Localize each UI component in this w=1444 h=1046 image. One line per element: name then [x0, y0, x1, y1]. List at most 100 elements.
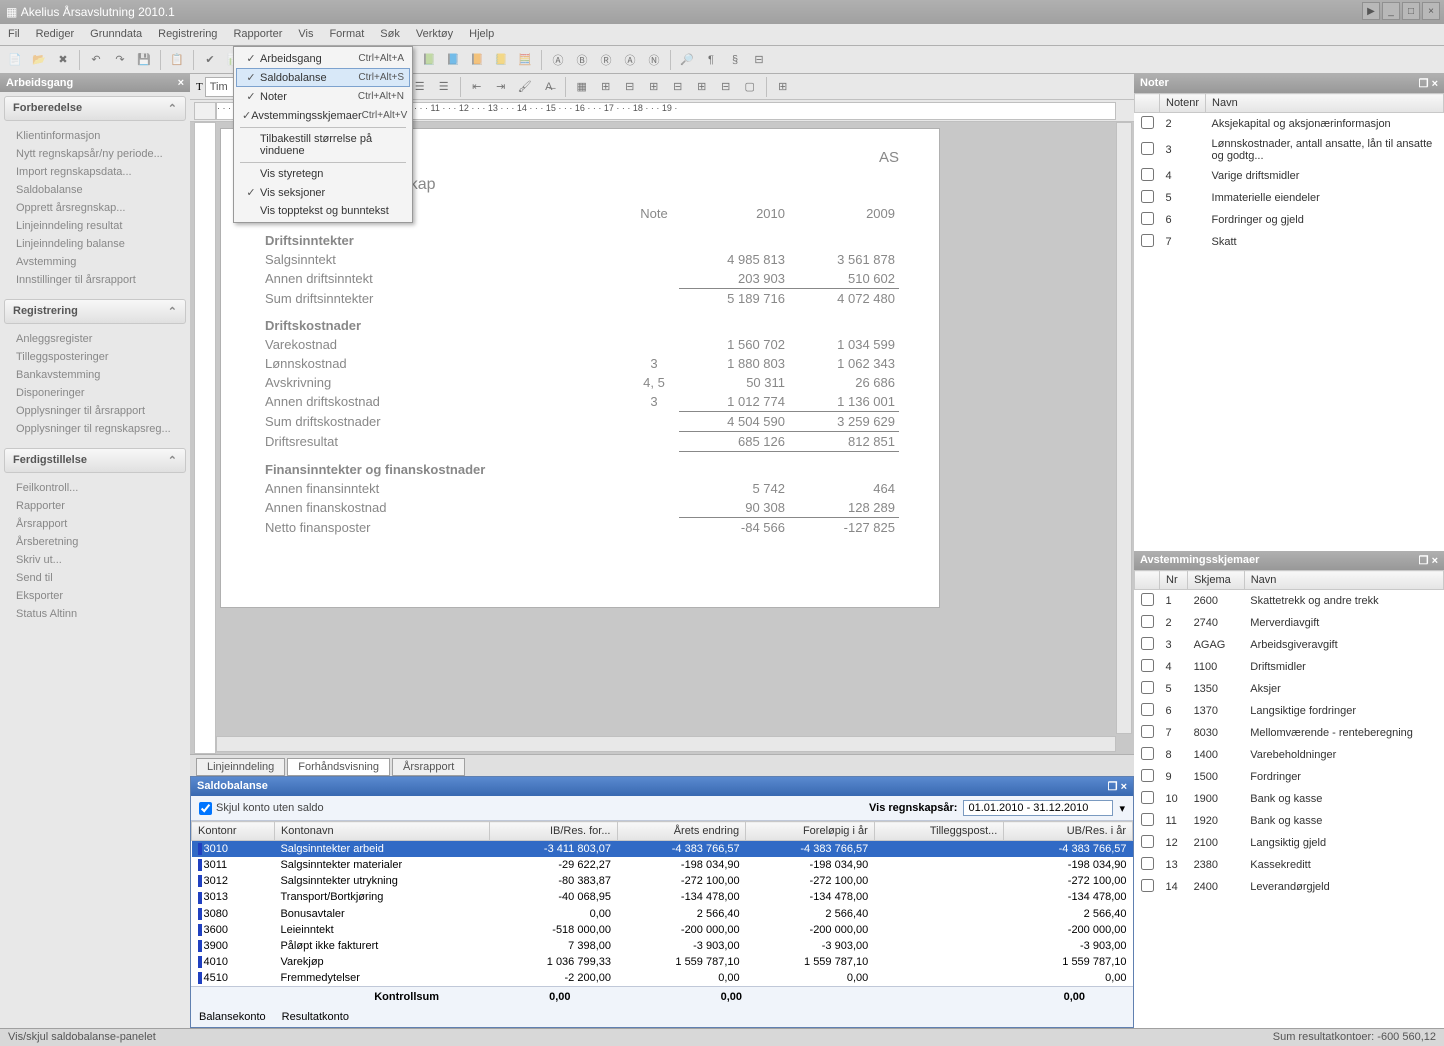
- table-row[interactable]: 22740Merverdiavgift: [1135, 612, 1444, 634]
- sidebar-item[interactable]: Feilkontroll...: [0, 479, 190, 497]
- column-header[interactable]: Navn: [1206, 94, 1444, 113]
- table-row[interactable]: 3010Salgsinntekter arbeid-3 411 803,07-4…: [192, 841, 1133, 858]
- menu-grunndata[interactable]: Grunndata: [82, 24, 150, 45]
- sidebar-item[interactable]: Skriv ut...: [0, 551, 190, 569]
- more-icon[interactable]: ⊞: [772, 76, 794, 98]
- lines-icon[interactable]: 📒: [490, 49, 512, 71]
- minimize-button[interactable]: _: [1382, 2, 1400, 20]
- column-header[interactable]: Nr: [1160, 571, 1188, 590]
- sidebar-item[interactable]: Nytt regnskapsår/ny periode...: [0, 145, 190, 163]
- hide-zero-checkbox[interactable]: Skjul konto uten saldo: [199, 802, 324, 815]
- letter-r-icon[interactable]: Ⓡ: [595, 49, 617, 71]
- noter-grid[interactable]: NotenrNavn2Aksjekapital og aksjonærinfor…: [1134, 93, 1444, 551]
- period-select[interactable]: [963, 800, 1113, 816]
- close-button[interactable]: ×: [1422, 2, 1440, 20]
- sidebar-item[interactable]: Saldobalanse: [0, 181, 190, 199]
- menu-rapporter[interactable]: Rapporter: [225, 24, 290, 45]
- table-icon[interactable]: ▦: [571, 76, 593, 98]
- letter-a-icon[interactable]: Ⓐ: [547, 49, 569, 71]
- table-row[interactable]: 4010Varekjøp1 036 799,331 559 787,101 55…: [192, 954, 1133, 970]
- menu-item[interactable]: Tilbakestill størrelse på vinduene: [236, 130, 410, 160]
- ledger-icon[interactable]: 📗: [418, 49, 440, 71]
- sidebar-item[interactable]: Årsberetning: [0, 533, 190, 551]
- table-row[interactable]: 7Skatt: [1135, 231, 1444, 253]
- table-row[interactable]: 3012Salgsinntekter utrykning-80 383,87-2…: [192, 873, 1133, 889]
- sidebar-item[interactable]: Årsrapport: [0, 515, 190, 533]
- magnify-icon[interactable]: 🔎: [676, 49, 698, 71]
- close-client-icon[interactable]: ✖: [52, 49, 74, 71]
- section-head[interactable]: Ferdigstillelse⌃: [4, 448, 186, 473]
- copy-icon[interactable]: 📋: [166, 49, 188, 71]
- col-add-icon[interactable]: ⊞: [691, 76, 713, 98]
- col-del-icon[interactable]: ⊟: [715, 76, 737, 98]
- section-head[interactable]: Forberedelse⌃: [4, 96, 186, 121]
- scrollbar-horizontal[interactable]: [216, 736, 1116, 752]
- table-row[interactable]: 6Fordringer og gjeld: [1135, 209, 1444, 231]
- tab-årsrapport[interactable]: Årsrapport: [392, 758, 465, 776]
- menu-verktøy[interactable]: Verktøy: [408, 24, 461, 45]
- column-header[interactable]: Tilleggspost...: [874, 822, 1004, 841]
- menu-rediger[interactable]: Rediger: [28, 24, 83, 45]
- column-header[interactable]: Kontonr: [192, 822, 275, 841]
- table-row[interactable]: 4510Fremmedytelser-2 200,000,000,000,00: [192, 970, 1133, 986]
- para-icon[interactable]: ¶: [700, 49, 722, 71]
- split-icon[interactable]: ⊟: [619, 76, 641, 98]
- letter-b-icon[interactable]: Ⓑ: [571, 49, 593, 71]
- section-head[interactable]: Registrering⌃: [4, 299, 186, 324]
- column-header[interactable]: IB/Res. for...: [490, 822, 617, 841]
- sidebar-item[interactable]: Bankavstemming: [0, 366, 190, 384]
- sidebar-item[interactable]: Status Altinn: [0, 605, 190, 623]
- indent-out-icon[interactable]: ⇤: [466, 76, 488, 98]
- table-row[interactable]: 2Aksjekapital og aksjonærinformasjon: [1135, 113, 1444, 136]
- border-icon[interactable]: ▢: [739, 76, 761, 98]
- table-row[interactable]: 3080Bonusavtaler0,002 566,402 566,402 56…: [192, 906, 1133, 922]
- open-icon[interactable]: 📂: [28, 49, 50, 71]
- table-row[interactable]: 41100Driftsmidler: [1135, 656, 1444, 678]
- restore-icon[interactable]: ❐: [1108, 781, 1118, 793]
- table-row[interactable]: 3Lønnskostnader, antall ansatte, lån til…: [1135, 135, 1444, 165]
- sidebar-item[interactable]: Opprett årsregnskap...: [0, 199, 190, 217]
- menu-item[interactable]: ✓ArbeidsgangCtrl+Alt+A: [236, 49, 410, 68]
- table-row[interactable]: 91500Fordringer: [1135, 766, 1444, 788]
- column-header[interactable]: Skjema: [1188, 571, 1245, 590]
- play-icon[interactable]: ▶: [1362, 2, 1380, 20]
- menu-fil[interactable]: Fil: [0, 24, 28, 45]
- table-row[interactable]: 142400Leverandørgjeld: [1135, 876, 1444, 898]
- letter-a2-icon[interactable]: Ⓐ: [619, 49, 641, 71]
- column-header[interactable]: Foreløpig i år: [746, 822, 875, 841]
- table-row[interactable]: 81400Varebeholdninger: [1135, 744, 1444, 766]
- menu-søk[interactable]: Søk: [372, 24, 408, 45]
- table-row[interactable]: 3AGAGArbeidsgiveravgift: [1135, 634, 1444, 656]
- table-row[interactable]: 3600Leieinntekt-518 000,00-200 000,00-20…: [192, 922, 1133, 938]
- row-add-icon[interactable]: ⊞: [643, 76, 665, 98]
- tab-linjeinndeling[interactable]: Linjeinndeling: [196, 758, 285, 776]
- row-del-icon[interactable]: ⊟: [667, 76, 689, 98]
- tab-forhåndsvisning[interactable]: Forhåndsvisning: [287, 758, 390, 776]
- subledger-icon[interactable]: 📘: [442, 49, 464, 71]
- menu-format[interactable]: Format: [321, 24, 372, 45]
- sidebar-item[interactable]: Tilleggsposteringer: [0, 348, 190, 366]
- sidebar-item[interactable]: Rapporter: [0, 497, 190, 515]
- calc-icon[interactable]: 🧮: [514, 49, 536, 71]
- sidebar-item[interactable]: Anleggsregister: [0, 330, 190, 348]
- merge-icon[interactable]: ⊞: [595, 76, 617, 98]
- sidebar-item[interactable]: Avstemming: [0, 253, 190, 271]
- table-row[interactable]: 12600Skattetrekk og andre trekk: [1135, 590, 1444, 613]
- close-icon[interactable]: ×: [178, 77, 184, 89]
- menu-vis[interactable]: Vis: [290, 24, 321, 45]
- menu-item[interactable]: ✓NoterCtrl+Alt+N: [236, 87, 410, 106]
- sidebar-item[interactable]: Eksporter: [0, 587, 190, 605]
- sidebar-item[interactable]: Linjeinndeling balanse: [0, 235, 190, 253]
- table-row[interactable]: 4Varige driftsmidler: [1135, 165, 1444, 187]
- clear-format-icon[interactable]: A̶: [538, 76, 560, 98]
- headerfooter-icon[interactable]: ⊟: [748, 49, 770, 71]
- sidebar-item[interactable]: Opplysninger til regnskapsreg...: [0, 420, 190, 438]
- redo-icon[interactable]: ↷: [109, 49, 131, 71]
- table-row[interactable]: 78030Mellomværende - renteberegning: [1135, 722, 1444, 744]
- new-icon[interactable]: 📄: [4, 49, 26, 71]
- menu-item[interactable]: ✓SaldobalanseCtrl+Alt+S: [236, 68, 410, 87]
- save-icon[interactable]: 💾: [133, 49, 155, 71]
- table-row[interactable]: 3013Transport/Bortkjøring-40 068,95-134 …: [192, 889, 1133, 905]
- close-icon[interactable]: ×: [1432, 78, 1438, 90]
- menu-hjelp[interactable]: Hjelp: [461, 24, 502, 45]
